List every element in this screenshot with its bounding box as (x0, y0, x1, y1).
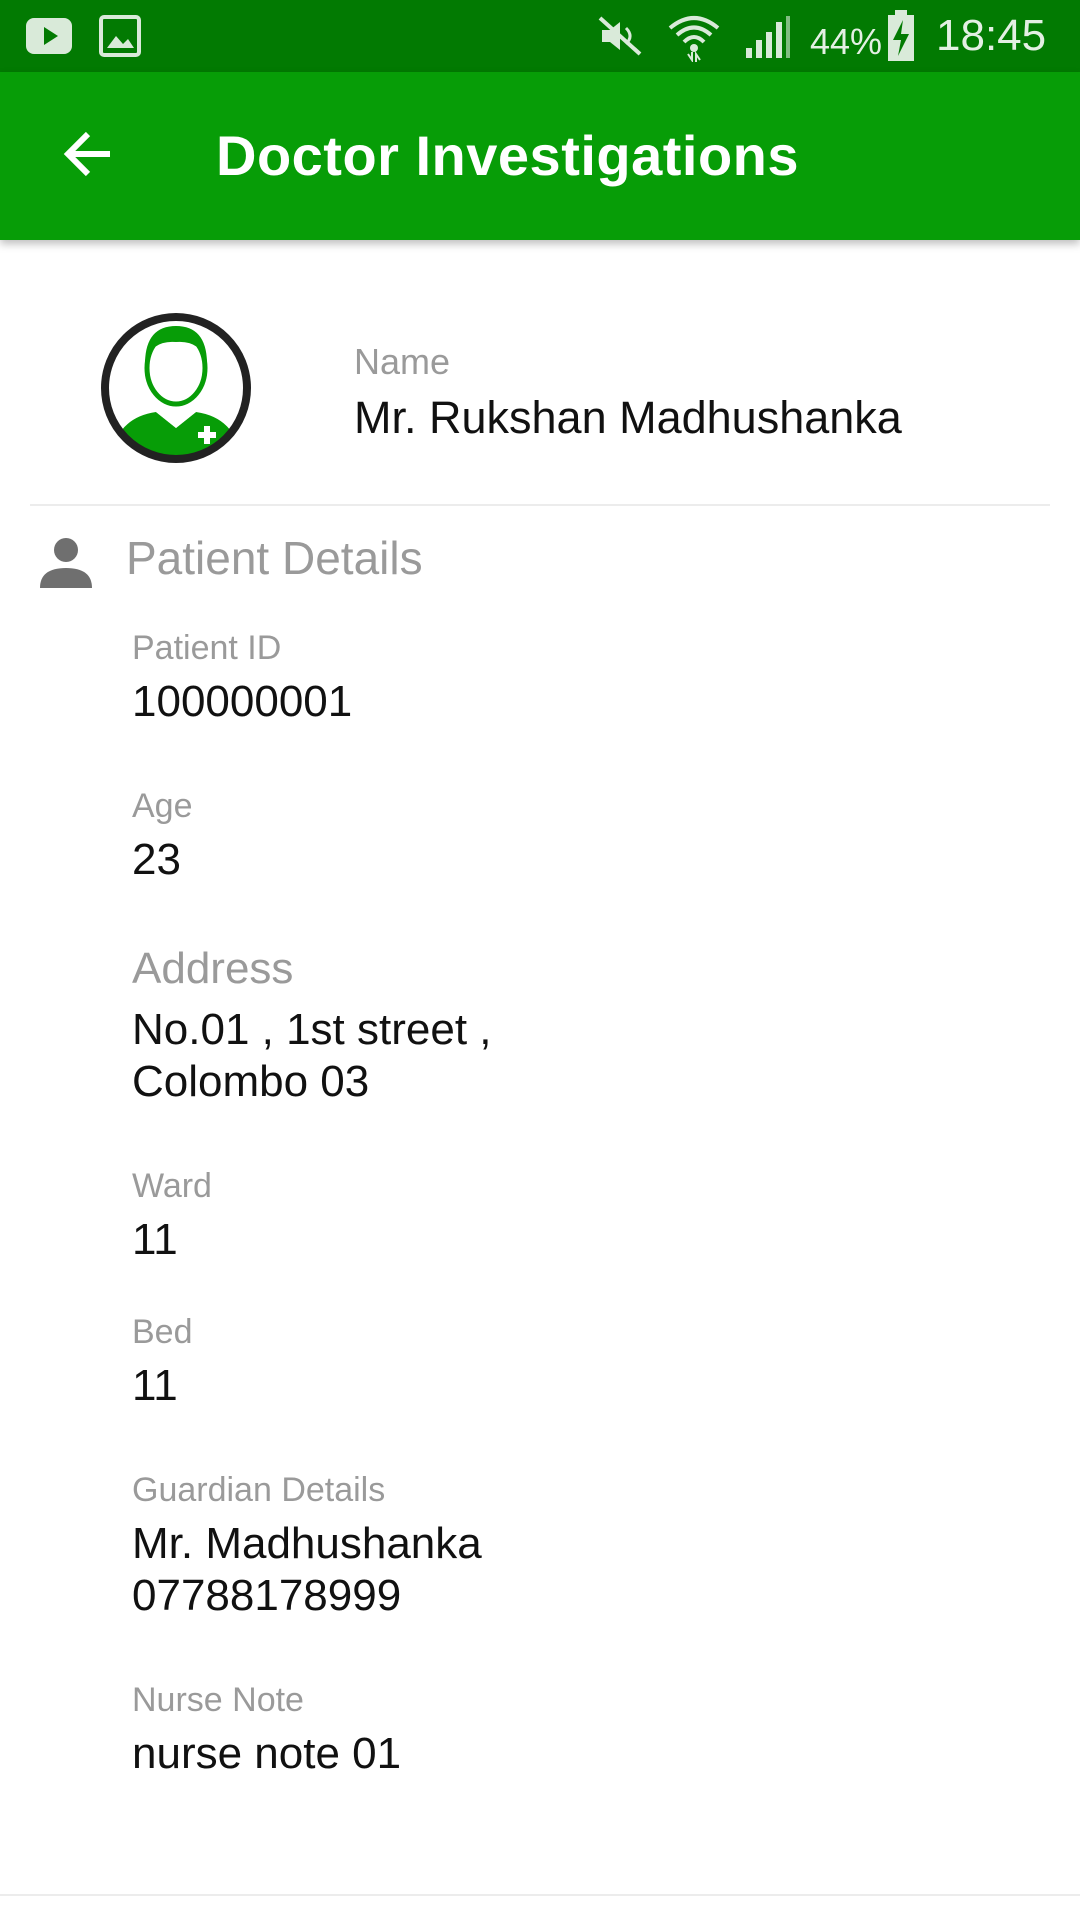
address-label: Address (132, 944, 294, 993)
ward-value: 11 (132, 1215, 178, 1264)
wifi-icon (666, 14, 722, 67)
address-value: No.01 , 1st street , Colombo 03 (132, 1005, 492, 1106)
doctor-avatar-icon (100, 312, 252, 464)
age-value: 23 (132, 835, 181, 884)
battery-charging-icon (886, 10, 916, 67)
guardian-details-label: Guardian Details (132, 1471, 386, 1509)
divider (30, 504, 1050, 506)
nurse-note-label: Nurse Note (132, 1681, 304, 1719)
clock: 18:45 (936, 11, 1047, 60)
battery-percent: 44% (810, 21, 883, 62)
bottom-divider (0, 1894, 1080, 1896)
person-icon (38, 534, 94, 590)
patient-id-value: 100000001 (132, 677, 353, 726)
bed-value: 11 (132, 1361, 178, 1410)
youtube-icon (24, 14, 74, 63)
name-label: Name (354, 341, 451, 382)
arrow-left-icon (60, 126, 116, 187)
guardian-details-value: Mr. Madhushanka 07788178999 (132, 1519, 482, 1620)
back-button[interactable] (44, 112, 132, 200)
ward-label: Ward (132, 1167, 212, 1205)
section-title-patient-details: Patient Details (126, 532, 423, 584)
bed-label: Bed (132, 1313, 193, 1351)
app-bar: Doctor Investigations (0, 72, 1080, 240)
patient-id-label: Patient ID (132, 629, 282, 667)
page-title: Doctor Investigations (216, 124, 800, 187)
age-label: Age (132, 787, 193, 825)
signal-icon (742, 14, 792, 65)
status-bar: 44% 18:45 (0, 0, 1080, 72)
nurse-note-value: nurse note 01 (132, 1729, 402, 1778)
mute-icon (596, 14, 644, 63)
doctor-name: Mr. Rukshan Madhushanka (354, 392, 902, 443)
gallery-icon (98, 14, 144, 63)
